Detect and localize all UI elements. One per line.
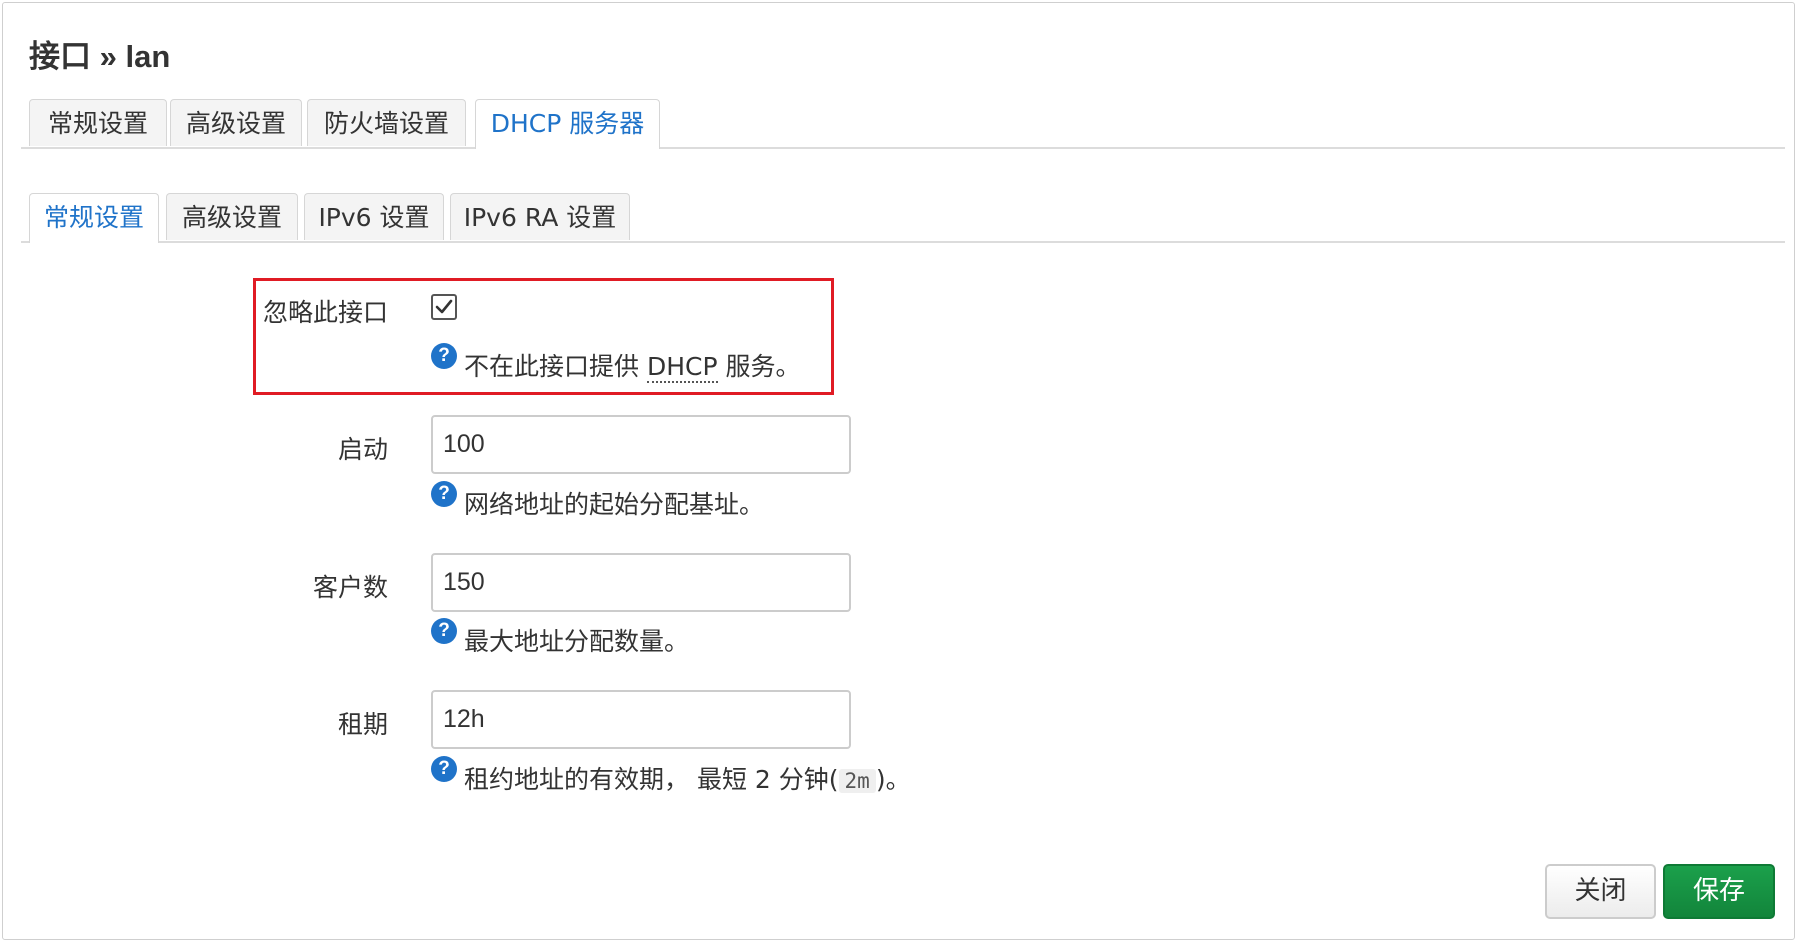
help-icon: ? [431, 481, 457, 507]
help-icon: ? [431, 618, 457, 644]
start-label: 启动 [337, 435, 388, 464]
subtab-ipv6-ra-settings[interactable]: IPv6 RA 设置 [450, 193, 630, 240]
save-button[interactable]: 保存 [1663, 864, 1775, 919]
dhcp-abbr: DHCP [646, 352, 718, 383]
tab-advanced-settings[interactable]: 高级设置 [170, 99, 302, 146]
top-tab-bar: 常规设置 高级设置 防火墙设置 DHCP 服务器 [21, 99, 1785, 149]
ignore-interface-checkbox[interactable] [431, 294, 457, 320]
ignore-interface-help: 不在此接口提供 DHCP 服务。 [464, 347, 801, 383]
tab-firewall-settings[interactable]: 防火墙设置 [307, 99, 466, 146]
ignore-help-prefix: 不在此接口提供 [464, 352, 647, 381]
leasetime-help-suffix: )。 [875, 765, 911, 794]
start-input[interactable] [431, 415, 851, 474]
limit-help: 最大地址分配数量。 [464, 627, 690, 656]
sub-tab-bar: 常规设置 高级设置 IPv6 设置 IPv6 RA 设置 [21, 193, 1785, 243]
dialog-title: 接口 » lan [29, 39, 171, 74]
limit-input[interactable] [431, 553, 851, 612]
leasetime-label: 租期 [337, 710, 388, 739]
checkmark-icon [435, 299, 453, 314]
start-help: 网络地址的起始分配基址。 [464, 490, 765, 519]
subtab-general-settings[interactable]: 常规设置 [29, 193, 159, 243]
ignore-help-suffix: 服务。 [717, 352, 801, 381]
leasetime-input[interactable] [431, 690, 851, 749]
leasetime-help-prefix: 租约地址的有效期， 最短 2 分钟( [464, 765, 839, 794]
subtab-ipv6-settings[interactable]: IPv6 设置 [304, 193, 444, 240]
leasetime-help: 租约地址的有效期， 最短 2 分钟(2m)。 [464, 760, 911, 796]
subtab-advanced-settings[interactable]: 高级设置 [166, 193, 298, 240]
leasetime-help-code: 2m [838, 769, 876, 793]
tab-dhcp-server[interactable]: DHCP 服务器 [475, 99, 660, 149]
close-button[interactable]: 关闭 [1545, 864, 1656, 919]
help-icon: ? [431, 756, 457, 782]
ignore-interface-label: 忽略此接口 [262, 298, 388, 327]
limit-label: 客户数 [312, 573, 388, 602]
tab-general-settings[interactable]: 常规设置 [29, 99, 167, 146]
help-icon: ? [431, 343, 457, 369]
interface-dialog: 接口 » lan 常规设置 高级设置 防火墙设置 DHCP 服务器 常规设置 高… [2, 2, 1795, 940]
